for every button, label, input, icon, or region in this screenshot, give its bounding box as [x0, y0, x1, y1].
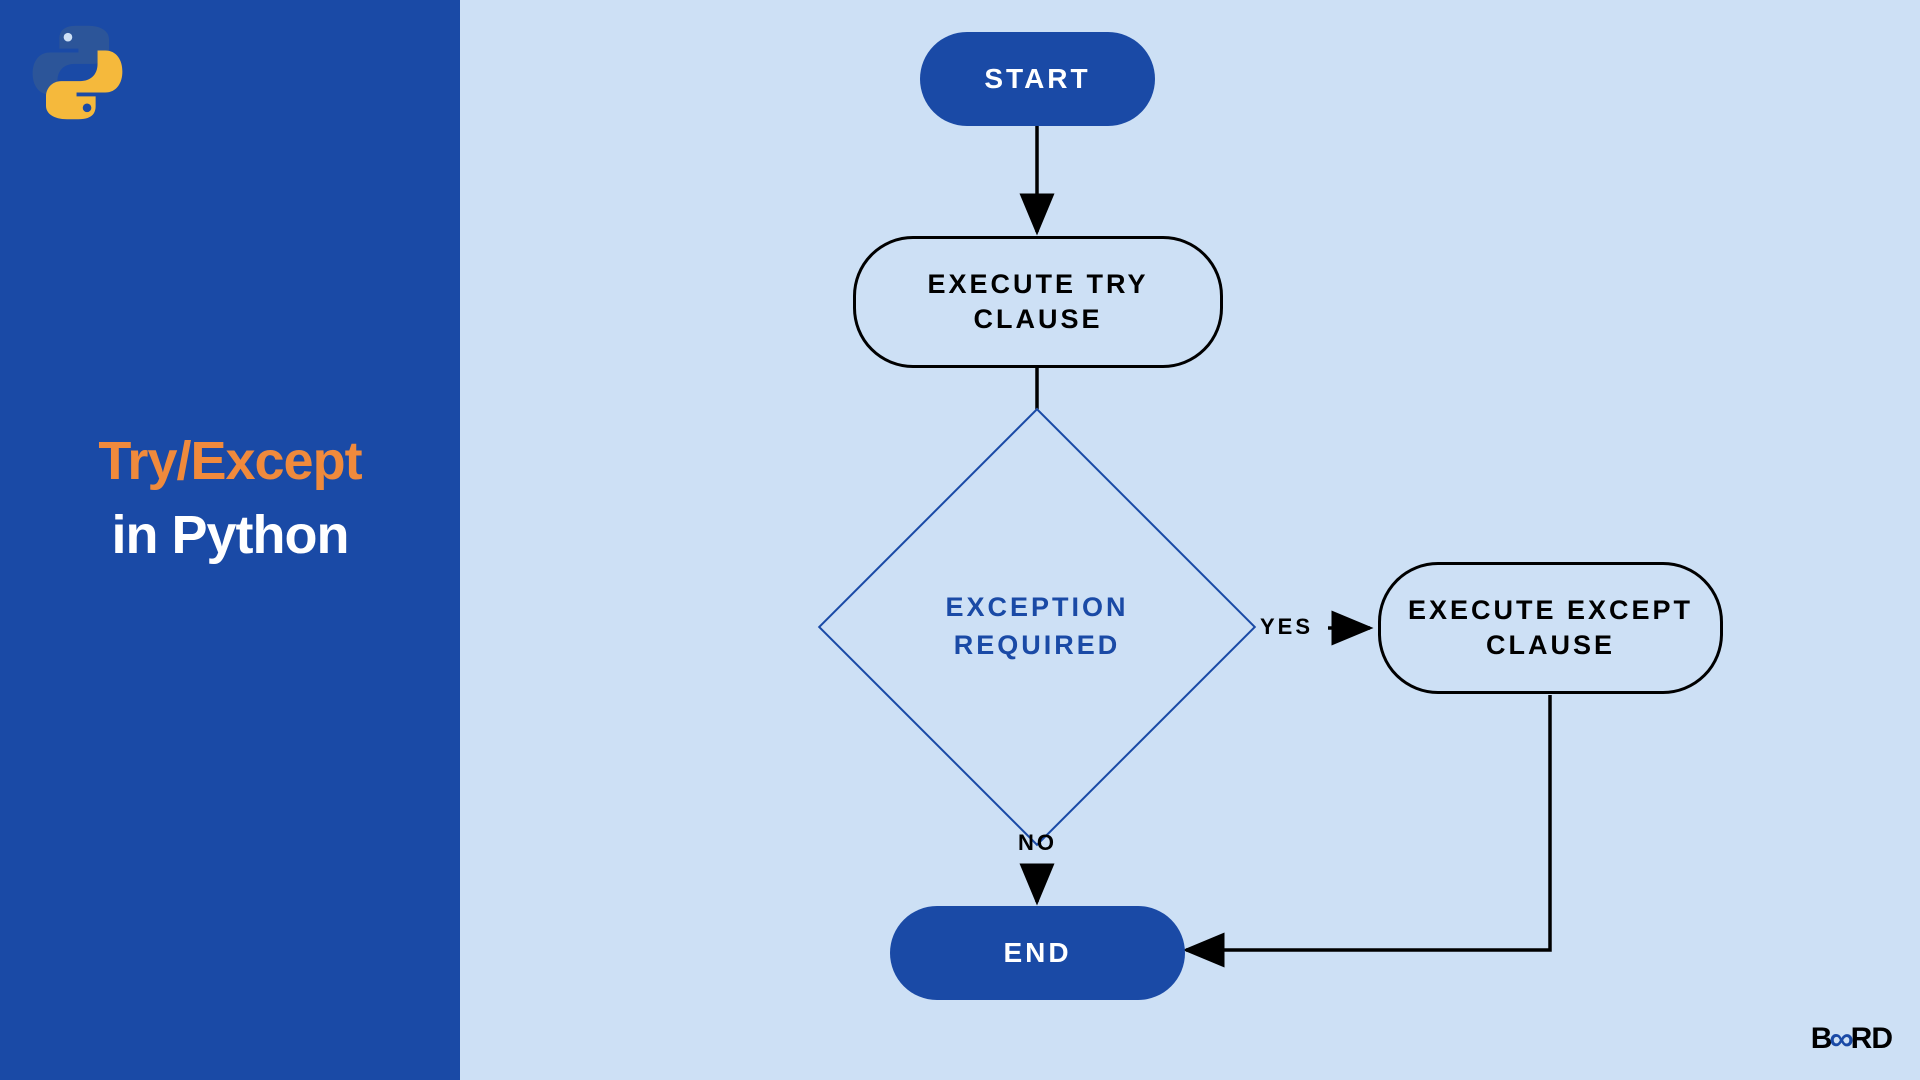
title-secondary: in Python: [0, 504, 460, 566]
yes-label: YES: [1260, 614, 1313, 640]
title-primary: Try/Except: [0, 430, 460, 492]
page-title: Try/Except in Python: [0, 430, 460, 566]
start-label: START: [984, 63, 1090, 95]
brand-part1: B: [1811, 1022, 1832, 1056]
end-node: END: [890, 906, 1185, 1000]
decision-node: EXCEPTION REQUIRED: [882, 472, 1192, 782]
sidebar: Try/Except in Python: [0, 0, 460, 1080]
except-clause-label: EXECUTE EXCEPT CLAUSE: [1406, 593, 1696, 663]
infinity-icon: ∞: [1829, 1020, 1852, 1059]
try-clause-label: EXECUTE TRY CLAUSE: [898, 267, 1178, 337]
start-node: START: [920, 32, 1155, 126]
except-clause-node: EXECUTE EXCEPT CLAUSE: [1378, 562, 1723, 694]
no-label: NO: [1018, 830, 1057, 856]
decision-label: EXCEPTION REQUIRED: [917, 589, 1157, 665]
flowchart-canvas: START EXECUTE TRY CLAUSE EXCEPTION REQUI…: [460, 0, 1920, 1080]
python-logo-icon: [25, 20, 130, 130]
end-label: END: [1003, 937, 1071, 969]
brand-part2: RD: [1851, 1022, 1892, 1056]
brand-logo: B ∞ RD: [1811, 1019, 1892, 1058]
try-clause-node: EXECUTE TRY CLAUSE: [853, 236, 1223, 368]
